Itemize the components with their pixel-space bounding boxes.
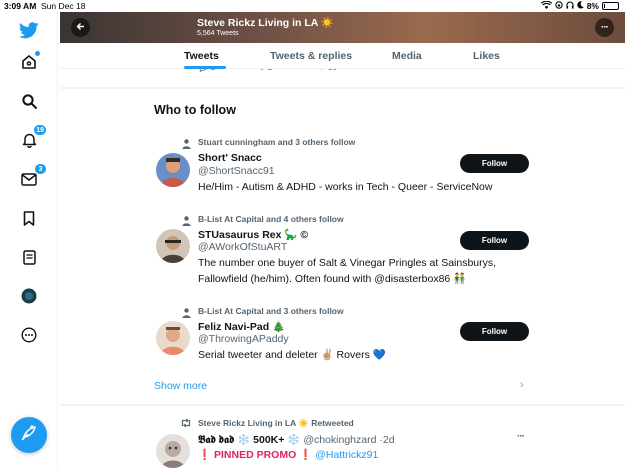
tweet-more-icon[interactable]: ···	[517, 431, 525, 442]
retweet-action[interactable]: ⟲ 2	[258, 69, 272, 72]
who-to-follow-heading: Who to follow	[154, 103, 236, 117]
tweet-text: ❗ PINNED PROMO ❗ @Hattrickz91	[198, 448, 378, 461]
notifications-bell-icon[interactable]: 19	[17, 124, 47, 152]
compose-tweet-icon	[20, 424, 38, 447]
tweet-text-prefix: ❗ PINNED PROMO ❗	[198, 449, 313, 461]
tab-tweets-replies[interactable]: Tweets & replies	[270, 50, 352, 62]
retweet-count: 2	[268, 69, 272, 72]
back-button[interactable]	[71, 18, 90, 37]
follow-button[interactable]: Follow	[460, 322, 529, 341]
account-name[interactable]: Feliz Navi-Pad 🎄	[198, 320, 285, 333]
status-indicators: 8%	[540, 0, 619, 11]
chevron-right-icon: ›	[520, 379, 524, 391]
lists-icon[interactable]	[17, 245, 41, 269]
tab-media[interactable]: Media	[392, 50, 422, 62]
retweet-icon	[180, 418, 192, 431]
status-time: 3:09 AM	[4, 1, 37, 11]
status-bar: 3:09 AM Sun Dec 18 8%	[0, 0, 625, 12]
sidebar-nav: 19 3	[0, 12, 58, 469]
account-name[interactable]: STUasaurus Rex 🦕 ©	[198, 228, 308, 241]
heart-icon: ♡	[318, 69, 325, 72]
notifications-badge: 19	[33, 124, 47, 136]
section-divider	[60, 404, 625, 406]
section-divider	[60, 87, 625, 89]
account-bio-line: The number one buyer of Salt & Vinegar P…	[198, 257, 497, 269]
follow-button[interactable]: Follow	[460, 231, 529, 250]
bookmarks-icon[interactable]	[17, 206, 41, 230]
avatar[interactable]	[156, 434, 190, 468]
account-bio: Serial tweeter and deleter ✌🏼 Rovers 💙	[198, 349, 386, 361]
messages-mail-icon[interactable]: 3	[17, 163, 47, 191]
tweet-header: 𝕭𝖆𝖉 𝖉𝖆𝖉 ❄️ 500K+ ❄️ @chokinghzard ·2d	[198, 433, 395, 447]
avatar[interactable]	[156, 321, 190, 355]
reply-icon: 💬	[198, 69, 208, 72]
account-bio-line: Fallowfield (he/him). Often found with @…	[198, 273, 467, 285]
lock-rotation-icon	[555, 1, 563, 11]
reply-count: 2	[211, 69, 215, 72]
avatar[interactable]	[156, 153, 190, 187]
profile-header: Steve Rickz Living in LA ☀️ 5,564 Tweets…	[60, 12, 625, 43]
home-new-dot	[35, 51, 40, 56]
follow-button[interactable]: Follow	[460, 154, 529, 173]
show-more-link[interactable]: Show more	[154, 380, 207, 392]
tweet-author-handle[interactable]: @chokinghzard	[303, 434, 376, 446]
battery-icon	[602, 2, 619, 10]
account-handle[interactable]: @ThrowingAPaddy	[198, 333, 289, 345]
battery-level	[604, 4, 605, 8]
social-context: B-List At Capital and 3 others follow	[198, 306, 344, 316]
ellipsis-icon: ···	[601, 22, 609, 33]
avatar[interactable]	[156, 229, 190, 263]
messages-badge: 3	[34, 163, 47, 175]
like-count: 30	[328, 69, 337, 72]
tweet-author-name[interactable]: 𝕭𝖆𝖉 𝖉𝖆𝖉 ❄️ 500K+ ❄️	[198, 434, 300, 446]
mention-link[interactable]: @Hattrickz91	[315, 449, 378, 461]
profile-tabs: Tweets Tweets & replies Media Likes	[60, 43, 625, 69]
person-icon	[182, 213, 191, 231]
home-icon[interactable]	[17, 50, 41, 74]
prev-tweet-actions: 💬 2 ⟲ 2 ♡ 30	[60, 69, 625, 79]
account-handle[interactable]: @AWorkOfStuART	[198, 241, 287, 253]
person-icon	[182, 305, 191, 323]
retweet-icon: ⟲	[258, 69, 265, 72]
battery-percent: 8%	[586, 1, 599, 11]
social-context: B-List At Capital and 4 others follow	[198, 214, 344, 224]
like-action[interactable]: ♡ 30	[318, 69, 337, 72]
social-context: Stuart cunningham and 3 others follow	[198, 137, 356, 147]
twitter-logo-icon[interactable]	[17, 18, 41, 42]
reply-action[interactable]: 💬 2	[198, 69, 215, 72]
more-options-icon[interactable]	[17, 323, 41, 347]
wifi-icon	[540, 0, 552, 11]
account-handle[interactable]: @ShortSnacc91	[198, 165, 275, 177]
explore-search-icon[interactable]	[17, 89, 41, 113]
header-more-button[interactable]: ···	[595, 18, 614, 37]
profile-avatar-icon[interactable]	[17, 284, 41, 308]
status-date: Sun Dec 18	[41, 1, 86, 11]
account-bio: He/Him - Autism & ADHD - works in Tech -…	[198, 181, 493, 193]
page-title: Steve Rickz Living in LA ☀️	[197, 17, 334, 29]
tab-likes[interactable]: Likes	[473, 50, 500, 62]
person-icon	[182, 136, 191, 154]
tweet-count: 5,564 Tweets	[197, 30, 239, 37]
moon-icon	[576, 1, 584, 11]
tab-tweets[interactable]: Tweets	[184, 50, 219, 62]
headphones-icon	[566, 1, 574, 11]
arrow-left-icon	[76, 22, 85, 34]
tweet-time[interactable]: 2d	[383, 434, 395, 446]
retweet-context: Steve Rickz Living in LA ☀️ Retweeted	[198, 418, 354, 428]
compose-tweet-button[interactable]	[11, 417, 47, 453]
account-name[interactable]: Short' Snacc	[198, 152, 262, 164]
